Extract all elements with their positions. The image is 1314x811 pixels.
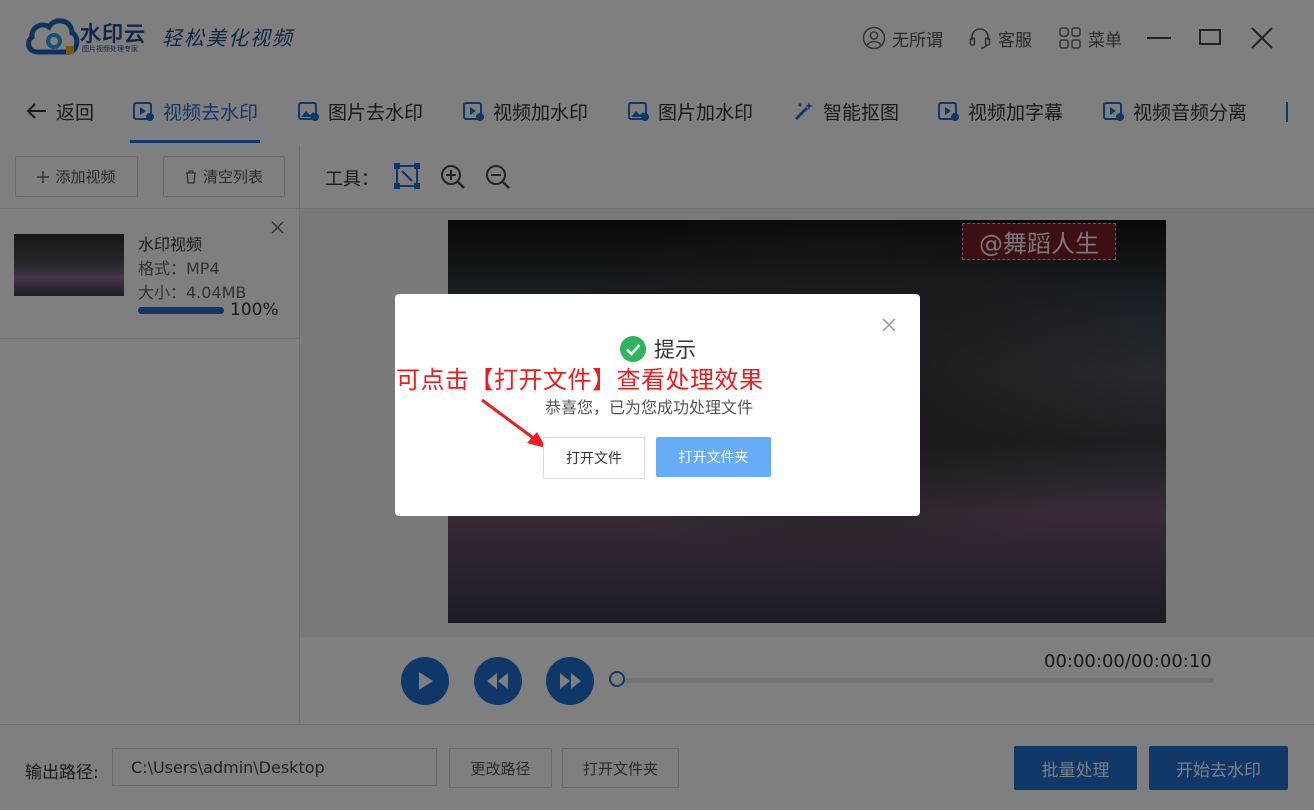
open-folder-button[interactable]: 打开文件夹 xyxy=(656,437,771,477)
open-file-button[interactable]: 打开文件 xyxy=(543,437,645,479)
dialog-message: 恭喜您，已为您成功处理文件 xyxy=(545,398,754,417)
success-check-icon xyxy=(620,336,646,362)
dialog-close-icon[interactable] xyxy=(882,318,896,332)
open-folder-label: 打开文件夹 xyxy=(678,450,749,466)
annotation-callout: 可点击【打开文件】查看处理效果 xyxy=(396,366,764,394)
open-file-label: 打开文件 xyxy=(566,451,622,467)
